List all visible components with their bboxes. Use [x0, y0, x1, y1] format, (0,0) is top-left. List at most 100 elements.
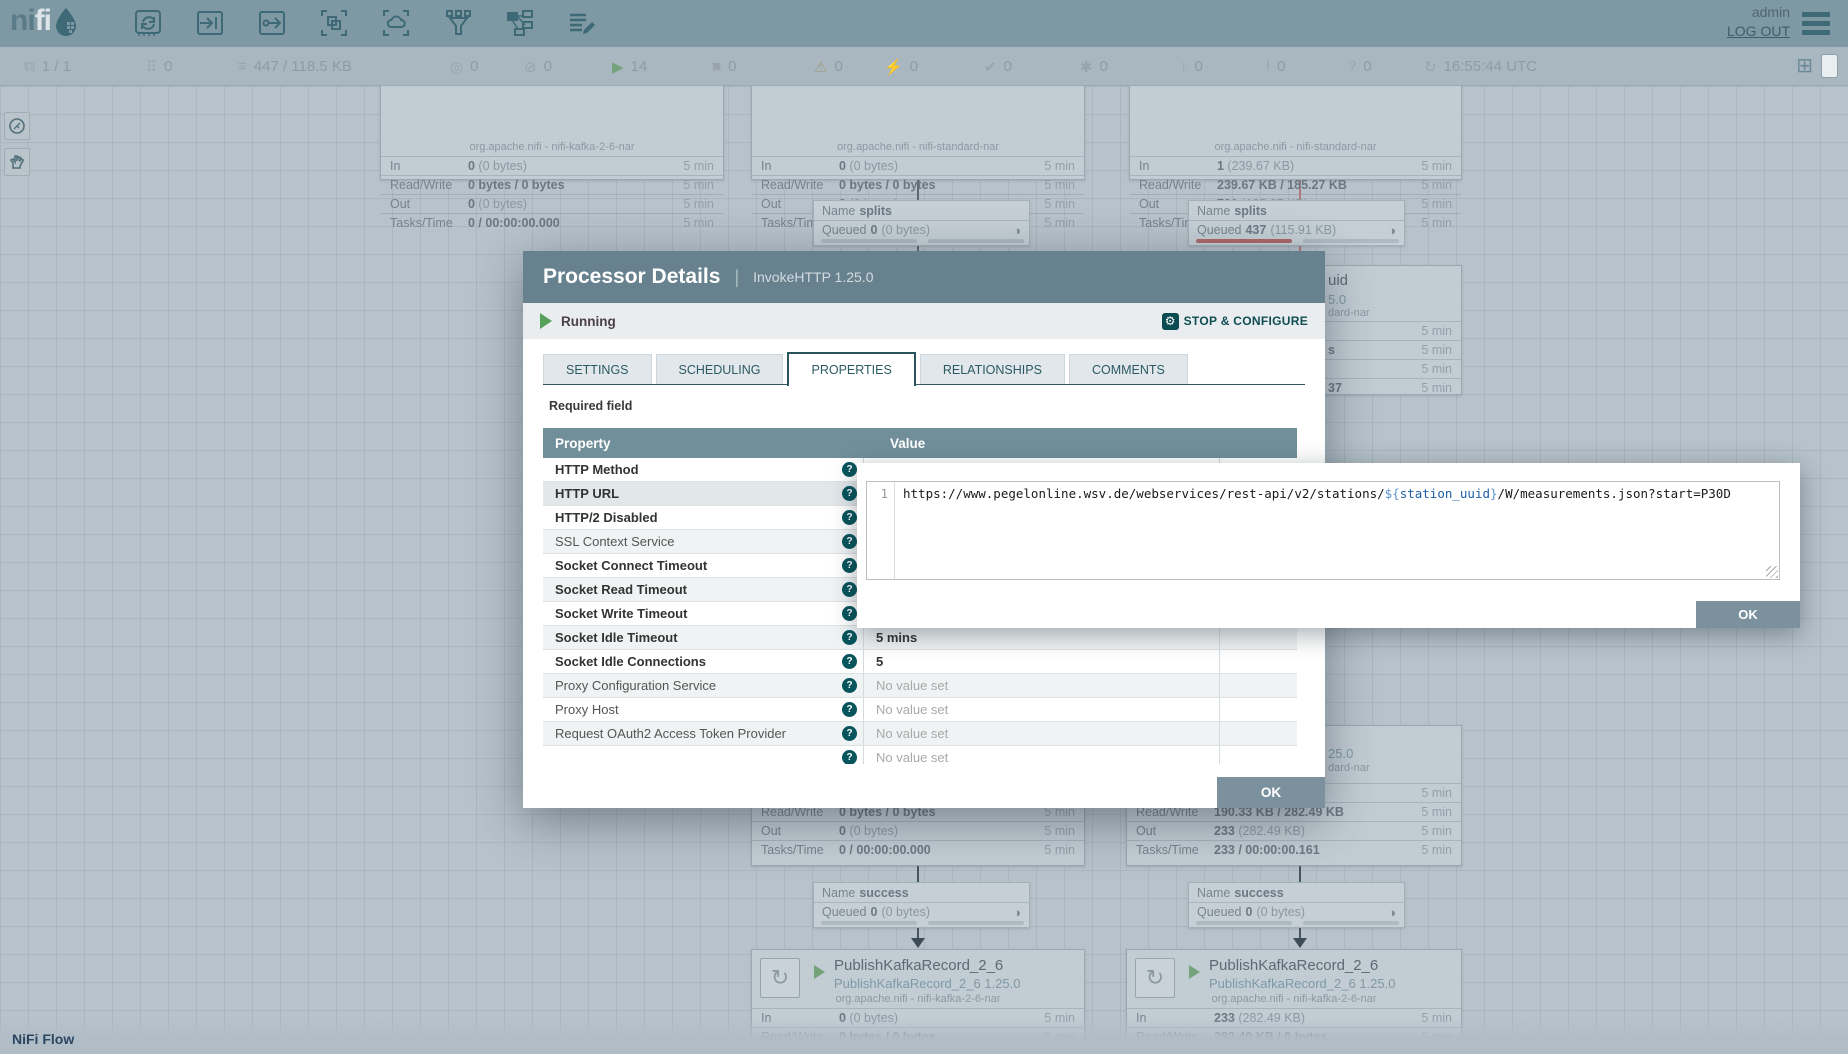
value-editor-text[interactable]: https://www.pegelonline.wsv.de/webservic… [895, 482, 1779, 579]
toolbar-label-icon[interactable] [564, 5, 600, 41]
status-up-to-date: ✔0 [984, 47, 1012, 86]
disabled-icon: ⚡ [884, 58, 903, 76]
property-value[interactable]: No value set [864, 678, 1204, 693]
status-transmitting: ◎0 [450, 47, 478, 86]
stat-row: Read/Write0 bytes / 0 bytes5 min [752, 175, 1084, 194]
property-value[interactable]: No value set [864, 750, 1204, 764]
not-transmitting-icon: ⊘ [524, 58, 537, 76]
locally-modified-stale-icon: ! [1266, 58, 1270, 75]
operate-palette-button[interactable] [4, 148, 30, 176]
property-row[interactable]: Request OAuth2 Access Token Provider?No … [543, 722, 1297, 746]
help-icon[interactable]: ? [842, 606, 857, 621]
help-icon[interactable]: ? [842, 534, 857, 549]
tab-relationships[interactable]: RELATIONSHIPS [920, 354, 1065, 384]
nifi-logo: nifi [10, 4, 79, 38]
help-icon[interactable]: ? [842, 654, 857, 669]
locally-modified-icon: ✱ [1080, 58, 1093, 76]
status-locally-modified-stale: !0 [1266, 47, 1286, 86]
property-value[interactable]: No value set [864, 702, 1204, 717]
connection-label-success-left[interactable]: Namesuccess Queued0(0 bytes)◑ [813, 882, 1030, 928]
status-bar: ↻ 16:55:44 UTC ⊞ ⧉1 / 1⠿0≡447 / 118.5 KB… [0, 47, 1848, 86]
property-name: HTTP URL [543, 486, 842, 501]
resize-handle[interactable] [1766, 566, 1778, 578]
property-value[interactable]: No value set [864, 726, 1204, 741]
status-active-threads: ⠿0 [146, 47, 172, 86]
help-icon[interactable]: ? [842, 630, 857, 645]
help-icon[interactable]: ? [842, 558, 857, 573]
property-row[interactable]: Socket Idle Connections?5 [543, 650, 1297, 674]
toolbar-template-icon[interactable] [502, 5, 538, 41]
help-icon[interactable]: ? [842, 750, 857, 764]
load-balance-icon: ◑ [1013, 905, 1021, 920]
toolbar-process-group-icon[interactable] [316, 5, 352, 41]
help-icon[interactable]: ? [842, 510, 857, 525]
required-field-label: Required field [549, 399, 632, 413]
property-name: Socket Connect Timeout [543, 558, 842, 573]
help-icon[interactable]: ? [842, 702, 857, 717]
help-icon[interactable]: ? [842, 486, 857, 501]
processor-version-fragment: 5.0 [1328, 292, 1346, 307]
property-name: Socket Read Timeout [543, 582, 842, 597]
tab-comments[interactable]: COMMENTS [1069, 354, 1188, 384]
status-label: Running [561, 314, 616, 329]
status-not-transmitting: ⊘0 [524, 47, 552, 86]
status-connected-nodes: ⧉1 / 1 [24, 47, 71, 86]
status-sync-failure: ?0 [1348, 47, 1372, 86]
toolbar-processor-icon[interactable] [130, 5, 166, 41]
property-name: Socket Write Timeout [543, 606, 842, 621]
stat-row: Out233 (282.49 KB)5 min [1127, 821, 1461, 840]
refresh-icon[interactable]: ↻ [1424, 58, 1437, 76]
compass-icon [8, 117, 26, 135]
grid-view-icon[interactable]: ⊞ [1796, 53, 1813, 78]
component-toolbar [130, 5, 600, 41]
value-editor[interactable]: 1 https://www.pegelonline.wsv.de/webserv… [866, 481, 1780, 580]
canvas-footer: NiFi Flow [0, 1018, 1848, 1054]
tab-properties[interactable]: PROPERTIES [787, 352, 915, 386]
property-value[interactable]: 5 mins [864, 630, 1204, 645]
help-icon[interactable]: ? [842, 462, 857, 477]
toolbar-output-port-icon[interactable] [254, 5, 290, 41]
toolbar-funnel-icon[interactable] [440, 5, 476, 41]
property-row[interactable]: ? No value set [543, 746, 1297, 764]
stat-row: Tasks/Time0 / 00:00:00.0005 min [381, 213, 723, 232]
status-locally-modified: ✱0 [1080, 47, 1108, 86]
property-row[interactable]: Proxy Configuration Service?No value set [543, 674, 1297, 698]
connection-label-splits-right[interactable]: Namesplits Queued437(115.91 KB)◑ [1188, 200, 1405, 246]
arrowhead-icon [911, 938, 925, 948]
dialog-ok-button[interactable]: OK [1217, 777, 1325, 808]
logout-link[interactable]: LOG OUT [1727, 23, 1790, 39]
connected-nodes-icon: ⧉ [24, 58, 35, 75]
properties-table-header: Property Value [543, 428, 1297, 458]
property-row[interactable]: Proxy Host?No value set [543, 698, 1297, 722]
toolbar-input-port-icon[interactable] [192, 5, 228, 41]
processor-package: org.apache.nifi - nifi-kafka-2-6-nar [752, 993, 1084, 1005]
processor-version-fragment: 25.0 [1328, 746, 1353, 761]
arrowhead-icon [1293, 938, 1307, 948]
load-balance-icon: ◑ [1388, 223, 1396, 238]
queued-icon: ≡ [238, 58, 247, 75]
running-indicator-icon [814, 965, 825, 979]
connection-label-success-right[interactable]: Namesuccess Queued0(0 bytes)◑ [1188, 882, 1405, 928]
global-menu-icon[interactable] [1802, 12, 1830, 39]
breadcrumb[interactable]: NiFi Flow [12, 1031, 74, 1047]
running-indicator-icon [1189, 965, 1200, 979]
tab-settings[interactable]: SETTINGS [543, 354, 652, 384]
status-invalid: ⚠0 [814, 47, 843, 86]
stop-and-configure-button[interactable]: ⚙ STOP & CONFIGURE [1162, 313, 1308, 330]
page-view-icon[interactable] [1821, 54, 1838, 78]
connection-label-splits-left[interactable]: Namesplits Queued0(0 bytes)◑ [813, 200, 1030, 246]
help-icon[interactable]: ? [842, 582, 857, 597]
toolbar-remote-process-group-icon[interactable] [378, 5, 414, 41]
stat-row: Out0 (0 bytes)5 min [381, 194, 723, 213]
help-icon[interactable]: ? [842, 678, 857, 693]
active-threads-icon: ⠿ [146, 58, 157, 76]
property-value[interactable]: 5 [864, 654, 1204, 669]
property-row[interactable]: Socket Idle Timeout?5 mins [543, 626, 1297, 650]
editor-ok-button[interactable]: OK [1696, 601, 1800, 628]
help-icon[interactable]: ? [842, 726, 857, 741]
status-refresh[interactable]: ↻ 16:55:44 UTC [1424, 47, 1537, 86]
processor-icon: ↻ [1135, 958, 1175, 998]
navigate-palette-button[interactable] [4, 112, 30, 140]
stat-row: Tasks/Time233 / 00:00:00.1615 min [1127, 840, 1461, 859]
tab-scheduling[interactable]: SCHEDULING [656, 354, 784, 384]
